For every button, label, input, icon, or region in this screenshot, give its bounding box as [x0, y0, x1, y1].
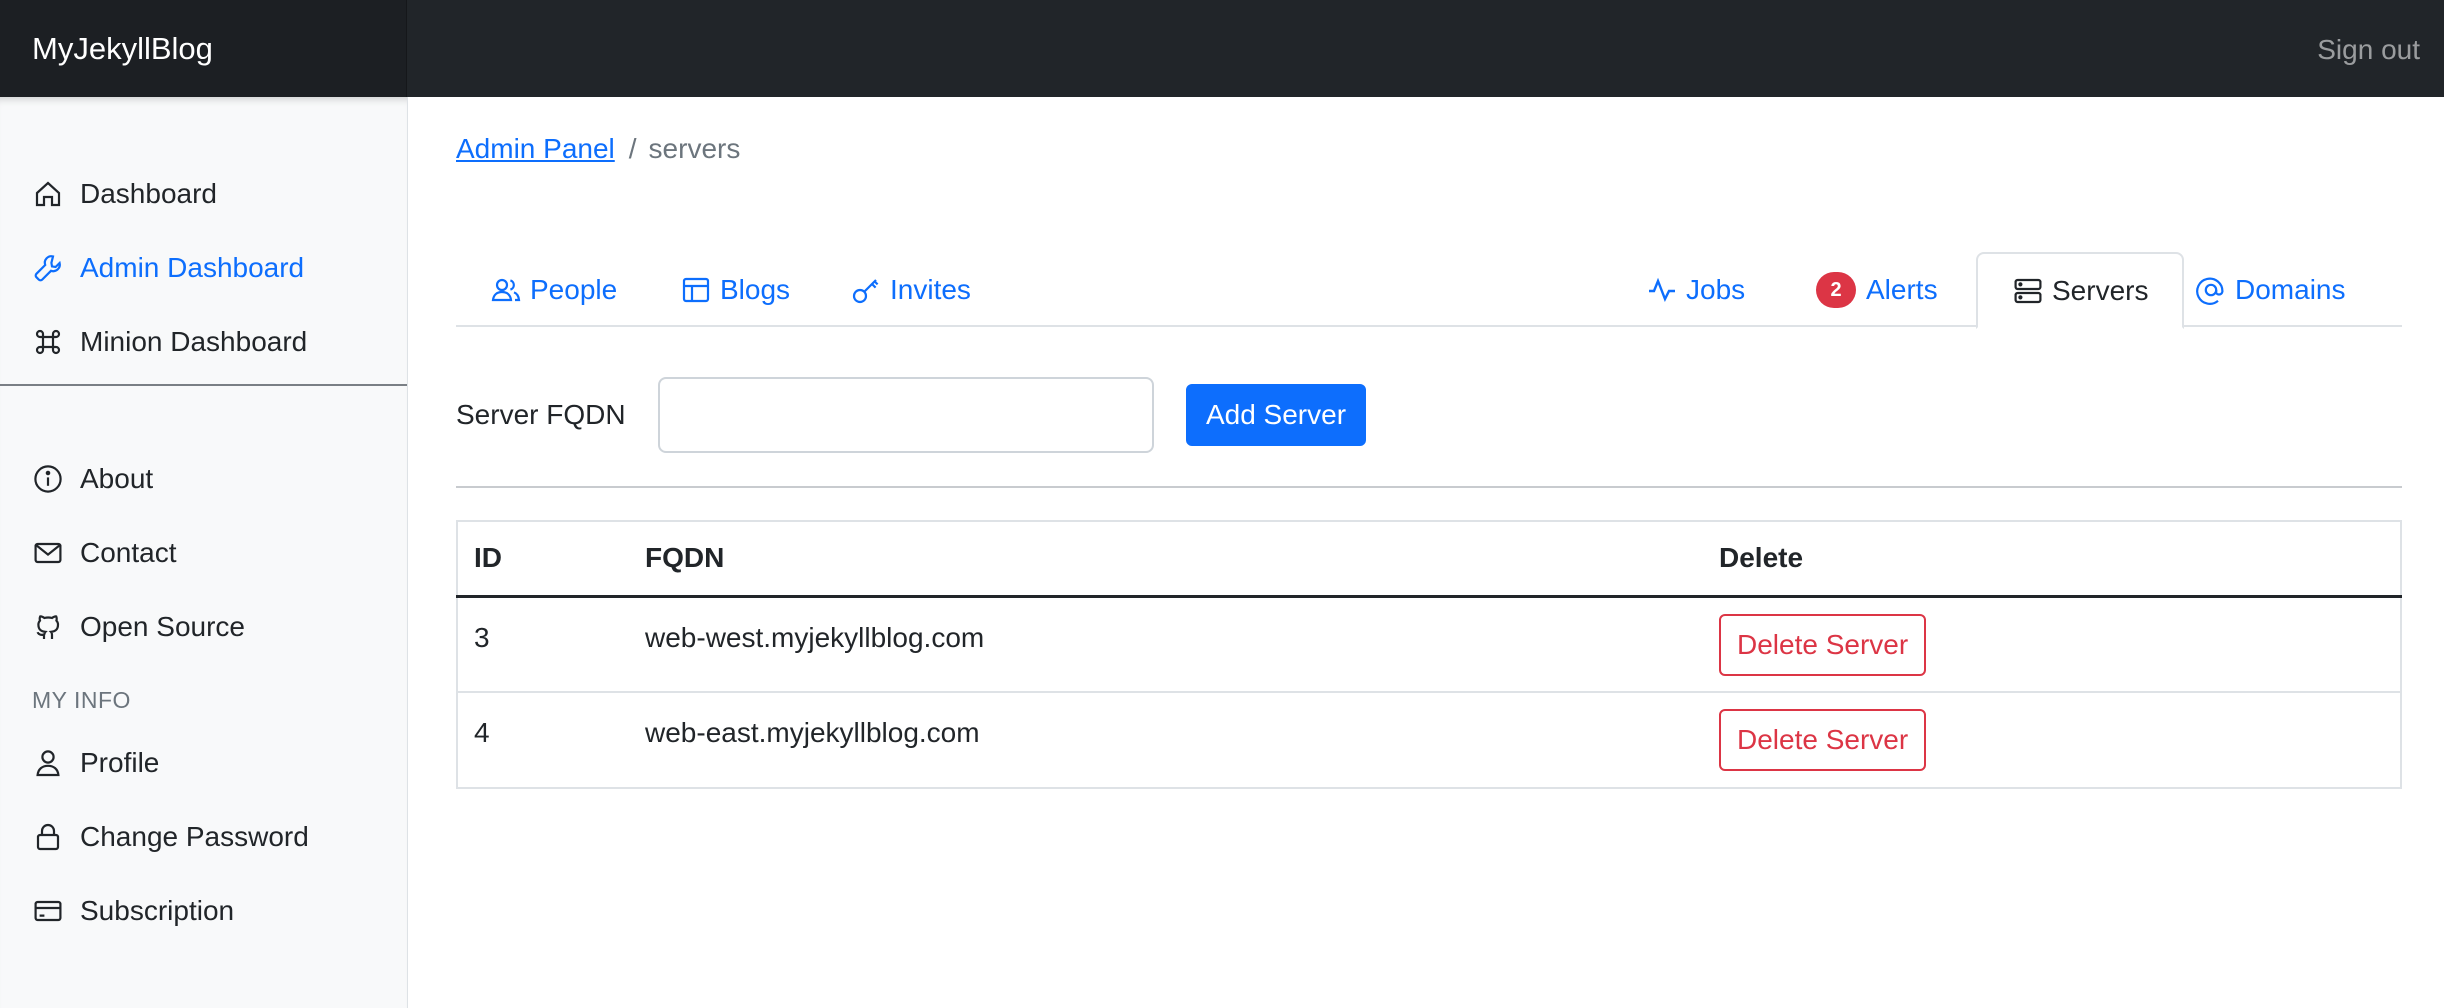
top-navbar: MyJekyllBlog Sign out	[0, 0, 2444, 97]
tab-label: Blogs	[720, 273, 791, 305]
sidebar-item-label: Minion Dashboard	[80, 326, 308, 357]
breadcrumb: Admin Panel / servers	[456, 133, 740, 165]
sidebar-item-admin-dashboard[interactable]: Admin Dashboard	[0, 244, 304, 292]
breadcrumb-admin-panel-link[interactable]: Admin Panel	[456, 133, 615, 164]
sidebar-item-dashboard[interactable]: Dashboard	[0, 170, 217, 218]
tab-label: Invites	[890, 273, 971, 305]
command-icon	[32, 326, 64, 358]
sidebar-item-contact[interactable]: Contact	[0, 529, 177, 577]
sidebar-divider	[0, 384, 407, 386]
column-header-id: ID	[457, 521, 629, 598]
sidebar-item-label: Dashboard	[80, 178, 217, 209]
servers-table: ID FQDN Delete 3 web-west.myjekyllblog.c…	[456, 520, 2402, 789]
tab-domains[interactable]: Domains	[2161, 252, 2379, 327]
delete-cell: Delete Server	[1703, 691, 2401, 788]
sidebar-item-label: Open Source	[80, 611, 245, 642]
sidebar-item-minion-dashboard[interactable]: Minion Dashboard	[0, 318, 307, 366]
sidebar-item-label: Subscription	[80, 895, 235, 926]
server-fqdn-cell: web-east.myjekyllblog.com	[629, 691, 1703, 788]
sidebar-item-profile[interactable]: Profile	[0, 739, 159, 787]
alerts-count-badge: 2	[1816, 271, 1856, 308]
sidebar-item-label: Contact	[80, 537, 177, 568]
sidebar-item-label: Admin Dashboard	[80, 252, 305, 283]
table-row: 3 web-west.myjekyllblog.com Delete Serve…	[457, 595, 2401, 692]
info-icon	[32, 463, 64, 495]
delete-server-button[interactable]: Delete Server	[1719, 613, 1927, 676]
sidebar-item-label: Profile	[80, 747, 160, 778]
tab-label: Servers	[2052, 274, 2149, 306]
delete-server-button[interactable]: Delete Server	[1719, 709, 1927, 771]
at-sign-icon	[2195, 274, 2227, 306]
tab-blogs[interactable]: Blogs	[646, 252, 824, 327]
server-icon	[2012, 275, 2044, 307]
column-header-delete: Delete	[1703, 521, 2401, 598]
home-icon	[32, 178, 64, 210]
my-info-heading: MY INFO	[32, 687, 131, 713]
tab-label: People	[530, 273, 618, 305]
envelope-icon	[32, 537, 64, 569]
tab-label: Jobs	[1686, 273, 1746, 305]
admin-tabs: People Blogs Invites Jobs 2 Alerts Serve…	[456, 252, 2402, 329]
sidebar-item-label: About	[80, 463, 154, 494]
people-icon	[490, 274, 522, 306]
tab-label: Alerts	[1866, 273, 1938, 305]
column-header-fqdn: FQDN	[629, 521, 1703, 598]
tab-jobs[interactable]: Jobs	[1612, 252, 1779, 327]
server-id-cell: 3	[457, 595, 629, 692]
wrench-icon	[32, 252, 64, 284]
breadcrumb-separator: /	[628, 133, 637, 164]
server-fqdn-cell: web-west.myjekyllblog.com	[629, 595, 1703, 692]
delete-cell: Delete Server	[1703, 595, 2401, 692]
sidebar-item-about[interactable]: About	[0, 455, 153, 503]
sidebar-item-label: Change Password	[80, 821, 309, 852]
server-id-cell: 4	[457, 691, 629, 788]
form-divider	[456, 486, 2402, 488]
sign-out-link[interactable]: Sign out	[2317, 0, 2420, 97]
sidebar-item-subscription[interactable]: Subscription	[0, 887, 234, 935]
sidebar-item-open-source[interactable]: Open Source	[0, 603, 245, 651]
table-row: 4 web-east.myjekyllblog.com Delete Serve…	[457, 691, 2401, 788]
add-server-form: Server FQDN Add Server	[456, 377, 2402, 453]
tab-servers[interactable]: Servers	[1976, 252, 2185, 329]
key-icon	[850, 274, 882, 306]
credit-card-icon	[32, 895, 64, 927]
github-icon	[32, 611, 64, 643]
tab-alerts[interactable]: 2 Alerts	[1782, 252, 1972, 327]
activity-icon	[1646, 274, 1678, 306]
person-icon	[32, 747, 64, 779]
server-fqdn-label: Server FQDN	[456, 399, 626, 430]
brand-logo[interactable]: MyJekyllBlog	[0, 0, 407, 97]
tab-label: Domains	[2235, 273, 2346, 305]
table-header-row: ID FQDN Delete	[457, 521, 2401, 598]
sidebar-item-change-password[interactable]: Change Password	[0, 813, 309, 861]
lock-icon	[32, 821, 64, 853]
layout-icon	[680, 274, 712, 306]
tab-people[interactable]: People	[456, 252, 651, 327]
sidebar: Dashboard Admin Dashboard Minion Dashboa…	[0, 97, 408, 1008]
add-server-button[interactable]: Add Server	[1186, 384, 1366, 446]
tab-invites[interactable]: Invites	[816, 252, 1005, 327]
server-fqdn-input[interactable]	[658, 377, 1154, 453]
breadcrumb-current: servers	[648, 133, 741, 164]
